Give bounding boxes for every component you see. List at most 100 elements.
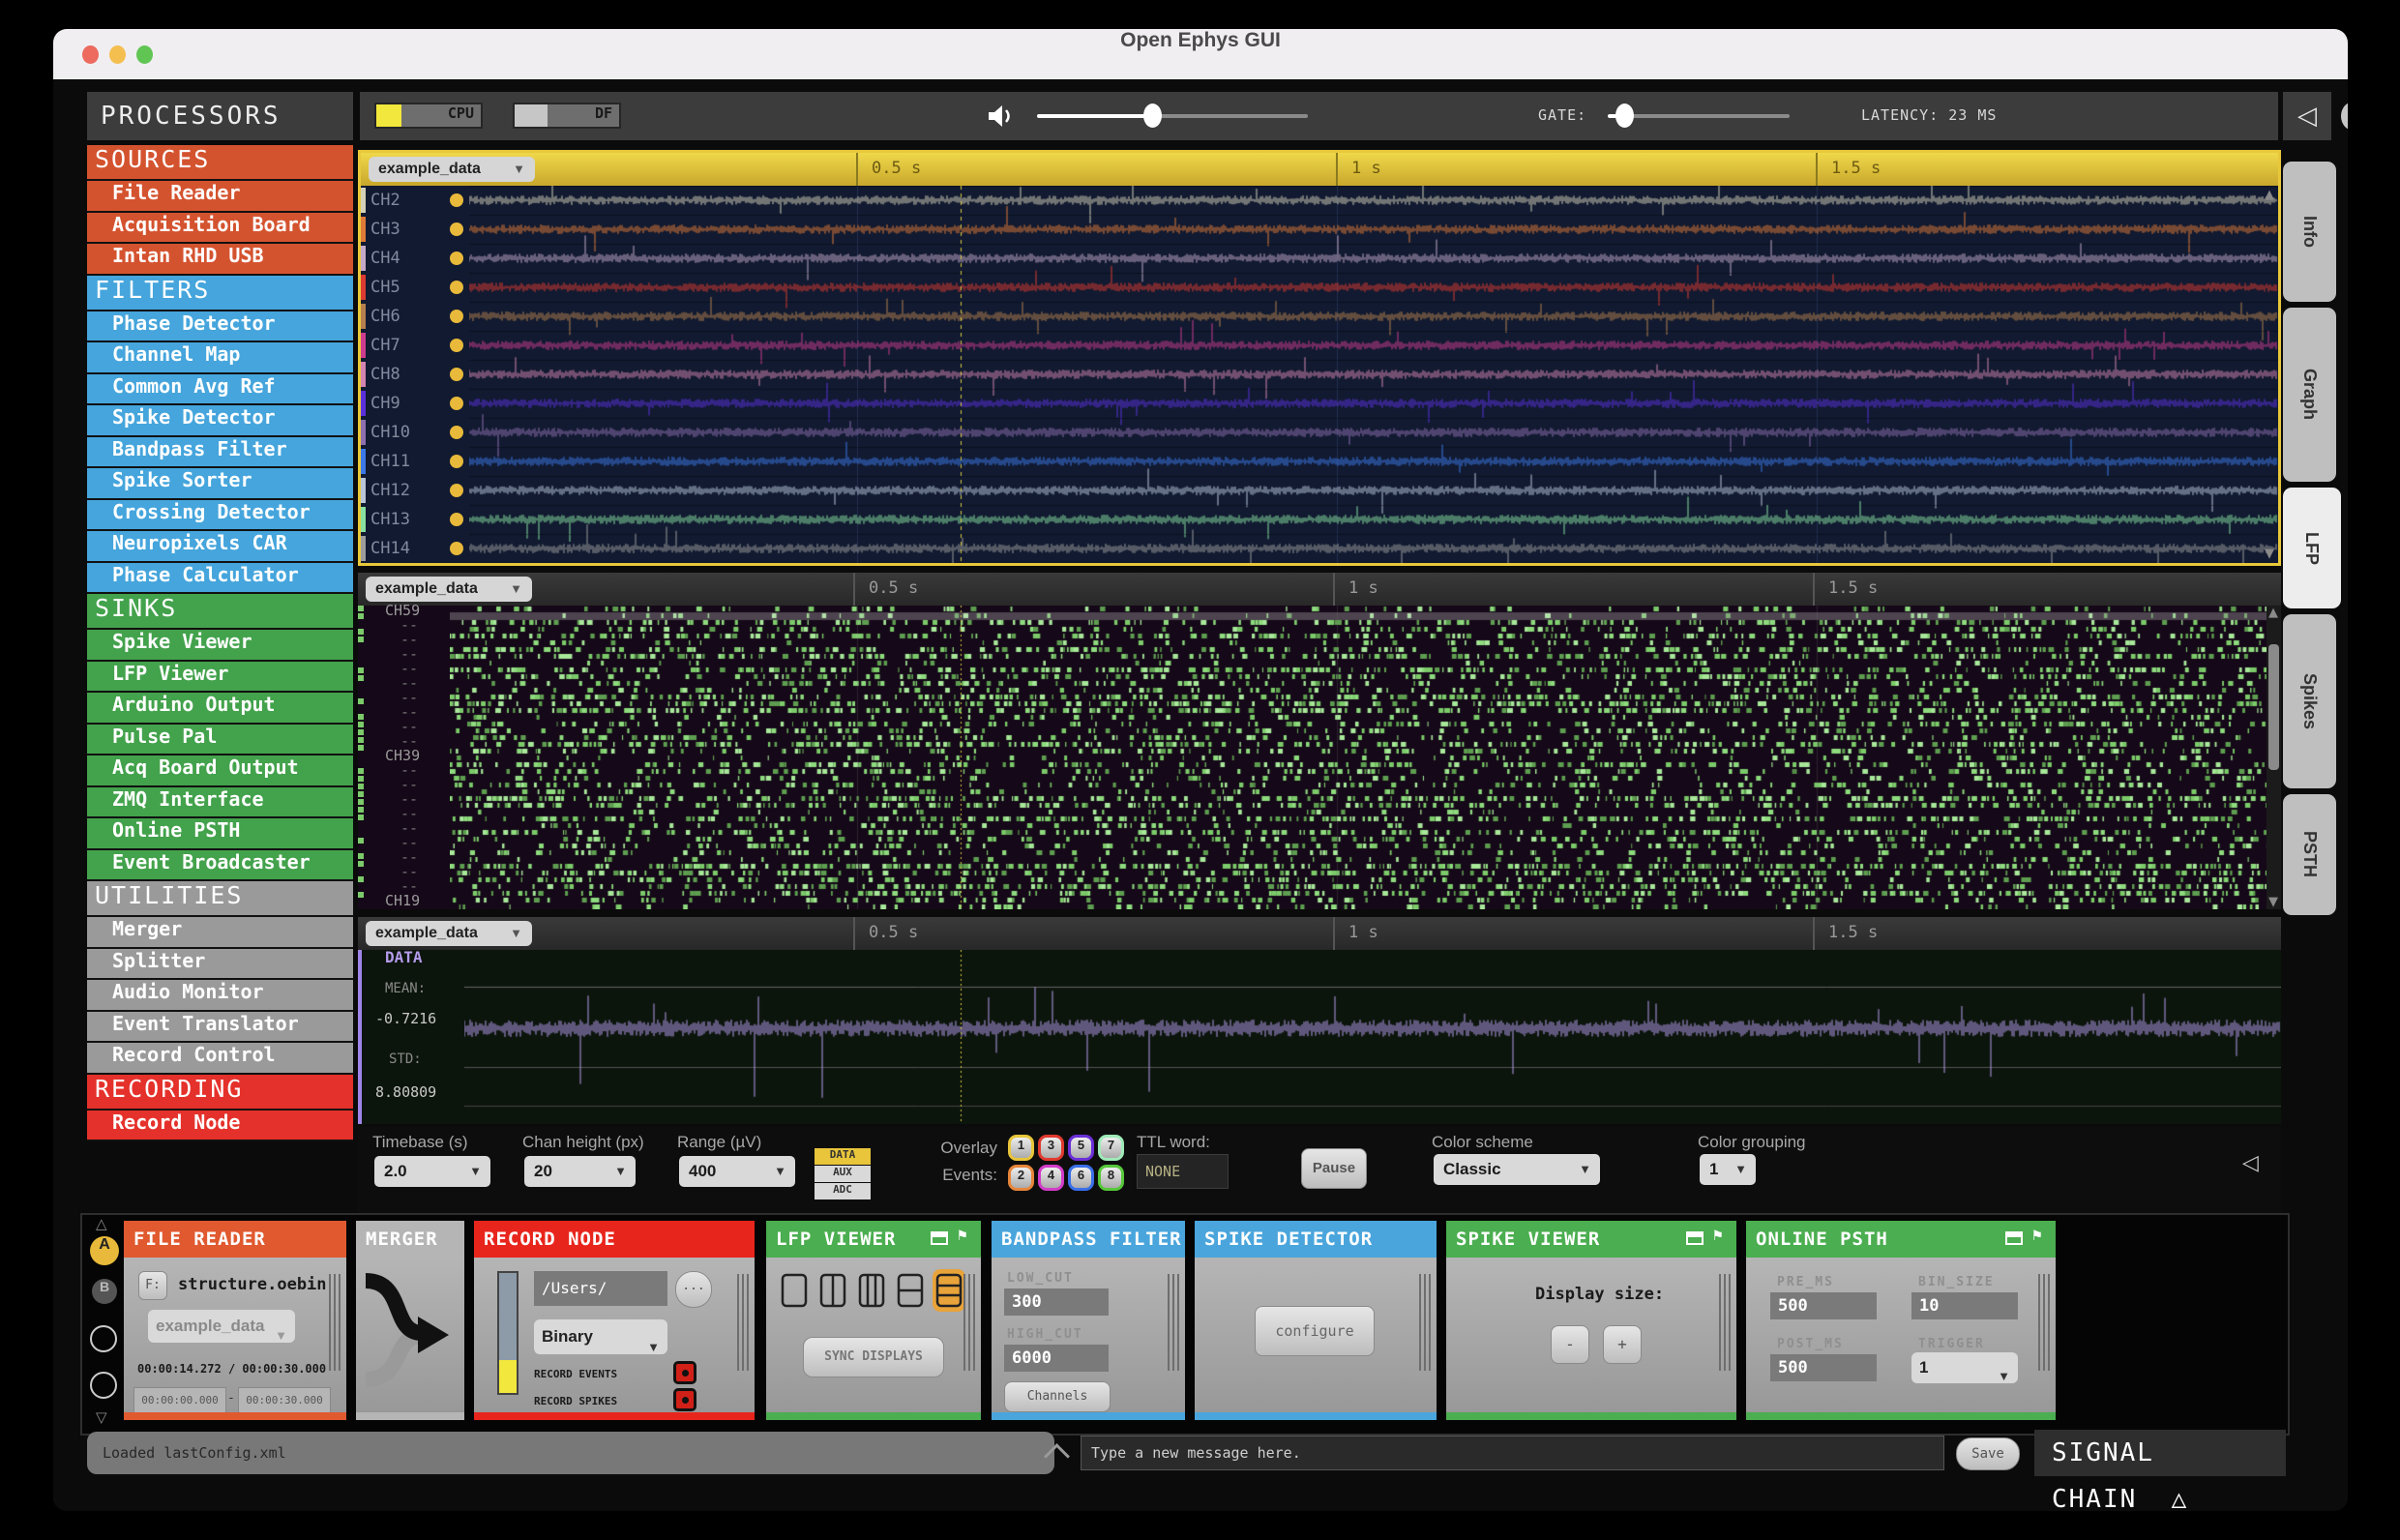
color-scheme-select[interactable]: Classic ▼	[1434, 1154, 1600, 1185]
module-header[interactable]: FILE READER	[124, 1221, 346, 1258]
processor-item-record-node[interactable]: Record Node	[87, 1110, 353, 1141]
channel-audio-dot[interactable]	[450, 193, 463, 207]
scroll-up-icon[interactable]: ▲	[2268, 606, 2278, 620]
module-drag-handle[interactable]	[329, 1274, 341, 1371]
lfp-stream-select[interactable]: ▼ example_data	[369, 157, 535, 182]
pin-tab-icon[interactable]: ⚑	[1711, 1229, 1725, 1244]
module-header[interactable]: MERGER	[356, 1221, 464, 1258]
processor-item-acquisition-board[interactable]: Acquisition Board	[87, 212, 353, 244]
module-header[interactable]: SPIKE DETECTOR	[1195, 1221, 1437, 1258]
subtab-data[interactable]: DATA	[815, 1148, 871, 1165]
record-button[interactable]	[2341, 102, 2348, 131]
chan-height-select[interactable]: 20 ▼	[524, 1156, 636, 1187]
processor-item-record-control[interactable]: Record Control	[87, 1043, 353, 1075]
channel-audio-dot[interactable]	[450, 222, 463, 236]
channel-audio-dot[interactable]	[450, 513, 463, 526]
processor-item-spike-sorter[interactable]: Spike Sorter	[87, 468, 353, 500]
start-time-field[interactable]: 00:00:00.000	[133, 1387, 226, 1414]
viewport-tab-psth[interactable]: PSTH	[2283, 794, 2336, 915]
viewport-tab-spikes[interactable]: Spikes	[2283, 614, 2336, 788]
channel-audio-dot[interactable]	[450, 484, 463, 497]
record-events-toggle[interactable]	[673, 1361, 696, 1384]
overlay-event-button-3[interactable]: 3	[1038, 1135, 1064, 1161]
module-spike-detector[interactable]: SPIKE DETECTOR configure	[1195, 1221, 1437, 1420]
volume-slider-thumb[interactable]	[1143, 104, 1162, 128]
module-bandpass-filter[interactable]: BANDPASS FILTER LOW_CUT 300 HIGH_CUT 600…	[992, 1221, 1185, 1420]
processor-item-online-psth[interactable]: Online PSTH	[87, 818, 353, 850]
overlay-event-button-7[interactable]: 7	[1098, 1135, 1124, 1161]
processor-item-channel-map[interactable]: Channel Map	[87, 342, 353, 374]
processor-item-zmq-interface[interactable]: ZMQ Interface	[87, 786, 353, 818]
processor-item-file-reader[interactable]: File Reader	[87, 181, 353, 213]
viewport-tab-lfp[interactable]: LFP	[2283, 488, 2341, 608]
chain-slot-empty-1[interactable]	[90, 1325, 117, 1352]
scroll-up-icon[interactable]: ▲	[2265, 188, 2274, 202]
channel-audio-dot[interactable]	[450, 281, 463, 294]
channels-button[interactable]: Channels	[1004, 1381, 1111, 1412]
overlay-event-button-2[interactable]: 2	[1008, 1165, 1034, 1191]
bin-size-field[interactable]: 10	[1911, 1292, 2018, 1319]
processor-item-audio-monitor[interactable]: Audio Monitor	[87, 980, 353, 1012]
chain-slot-b[interactable]: B	[92, 1279, 117, 1304]
processor-item-merger[interactable]: Merger	[87, 917, 353, 949]
subtab-aux[interactable]: AUX	[815, 1166, 871, 1182]
trigger-select[interactable]: 1 ▼	[1911, 1352, 2018, 1383]
module-record-node[interactable]: RECORD NODE /Users/ ... Binary ▼ RECORD E…	[474, 1221, 755, 1420]
chain-slot-a[interactable]: A	[90, 1236, 119, 1265]
collapse-options-button[interactable]: ◁	[2242, 1151, 2259, 1175]
display-size-minus-button[interactable]: -	[1551, 1325, 1589, 1364]
rail-down-icon[interactable]: ▽	[96, 1408, 107, 1426]
module-drag-handle[interactable]	[1719, 1274, 1731, 1371]
processor-item-common-avg-ref[interactable]: Common Avg Ref	[87, 373, 353, 405]
layout-single-button[interactable]	[778, 1269, 811, 1312]
module-lfp-viewer[interactable]: LFP VIEWER ⚑ SYNC DISPLAYS	[766, 1221, 981, 1420]
processor-item-neuropixels-car[interactable]: Neuropixels CAR	[87, 531, 353, 563]
raster-stream-select[interactable]: ▼ example_data	[366, 577, 532, 602]
record-path-field[interactable]: /Users/	[534, 1271, 667, 1306]
open-window-icon[interactable]	[931, 1231, 948, 1245]
module-drag-handle[interactable]	[737, 1274, 749, 1371]
module-drag-handle[interactable]	[1419, 1274, 1431, 1371]
overlay-event-button-6[interactable]: 6	[1068, 1165, 1094, 1191]
save-button[interactable]: Save	[1956, 1437, 2020, 1470]
processor-item-intan-rhd-usb[interactable]: Intan RHD USB	[87, 244, 353, 276]
processor-item-arduino-output[interactable]: Arduino Output	[87, 693, 353, 725]
overlay-event-button-5[interactable]: 5	[1068, 1135, 1094, 1161]
signal-chain-toggle-icon[interactable]: △	[2172, 1485, 2189, 1511]
processor-item-crossing-detector[interactable]: Crossing Detector	[87, 499, 353, 531]
module-merger[interactable]: MERGER	[356, 1221, 464, 1420]
viewport-tab-graph[interactable]: Graph	[2283, 308, 2336, 482]
channel-audio-dot[interactable]	[450, 397, 463, 410]
display-size-plus-button[interactable]: +	[1603, 1325, 1642, 1364]
pin-tab-icon[interactable]: ⚑	[2030, 1229, 2044, 1244]
module-file-reader[interactable]: FILE READER F: structure.oebin example_d…	[124, 1221, 346, 1420]
channel-audio-dot[interactable]	[450, 542, 463, 555]
module-online-psth[interactable]: ONLINE PSTH ⚑ PRE_MS 500 BIN_SIZE 10 POS…	[1746, 1221, 2056, 1420]
module-drag-handle[interactable]	[963, 1274, 975, 1371]
layout-2col-button[interactable]	[816, 1269, 849, 1312]
data-stream-select[interactable]: ▼ example_data	[366, 921, 532, 946]
pause-button[interactable]: Pause	[1301, 1148, 1367, 1189]
processor-item-lfp-viewer[interactable]: LFP Viewer	[87, 661, 353, 693]
overlay-event-button-4[interactable]: 4	[1038, 1165, 1064, 1191]
end-time-field[interactable]: 00:00:30.000	[238, 1387, 331, 1414]
pre-ms-field[interactable]: 500	[1770, 1292, 1877, 1319]
open-window-icon[interactable]	[1686, 1231, 1704, 1245]
module-header[interactable]: RECORD NODE	[474, 1221, 755, 1258]
processor-item-phase-detector[interactable]: Phase Detector	[87, 311, 353, 342]
subtab-adc[interactable]: ADC	[815, 1183, 871, 1199]
processor-item-splitter[interactable]: Splitter	[87, 948, 353, 980]
scroll-down-icon[interactable]: ▼	[2268, 895, 2278, 909]
overlay-event-button-8[interactable]: 8	[1098, 1165, 1124, 1191]
raster-scrollbar[interactable]: ▲ ▼	[2267, 606, 2281, 909]
collapse-viewport-button[interactable]: ◁	[2283, 92, 2331, 140]
module-header[interactable]: ONLINE PSTH ⚑	[1746, 1221, 2056, 1258]
processor-item-event-translator[interactable]: Event Translator	[87, 1011, 353, 1043]
channel-audio-dot[interactable]	[450, 339, 463, 352]
open-window-icon[interactable]	[2005, 1231, 2023, 1245]
channel-audio-dot[interactable]	[450, 368, 463, 381]
processor-item-bandpass-filter[interactable]: Bandpass Filter	[87, 436, 353, 468]
scrollbar-thumb[interactable]	[2268, 644, 2279, 770]
module-header[interactable]: BANDPASS FILTER	[992, 1221, 1185, 1258]
layout-3col-button[interactable]	[855, 1269, 888, 1312]
